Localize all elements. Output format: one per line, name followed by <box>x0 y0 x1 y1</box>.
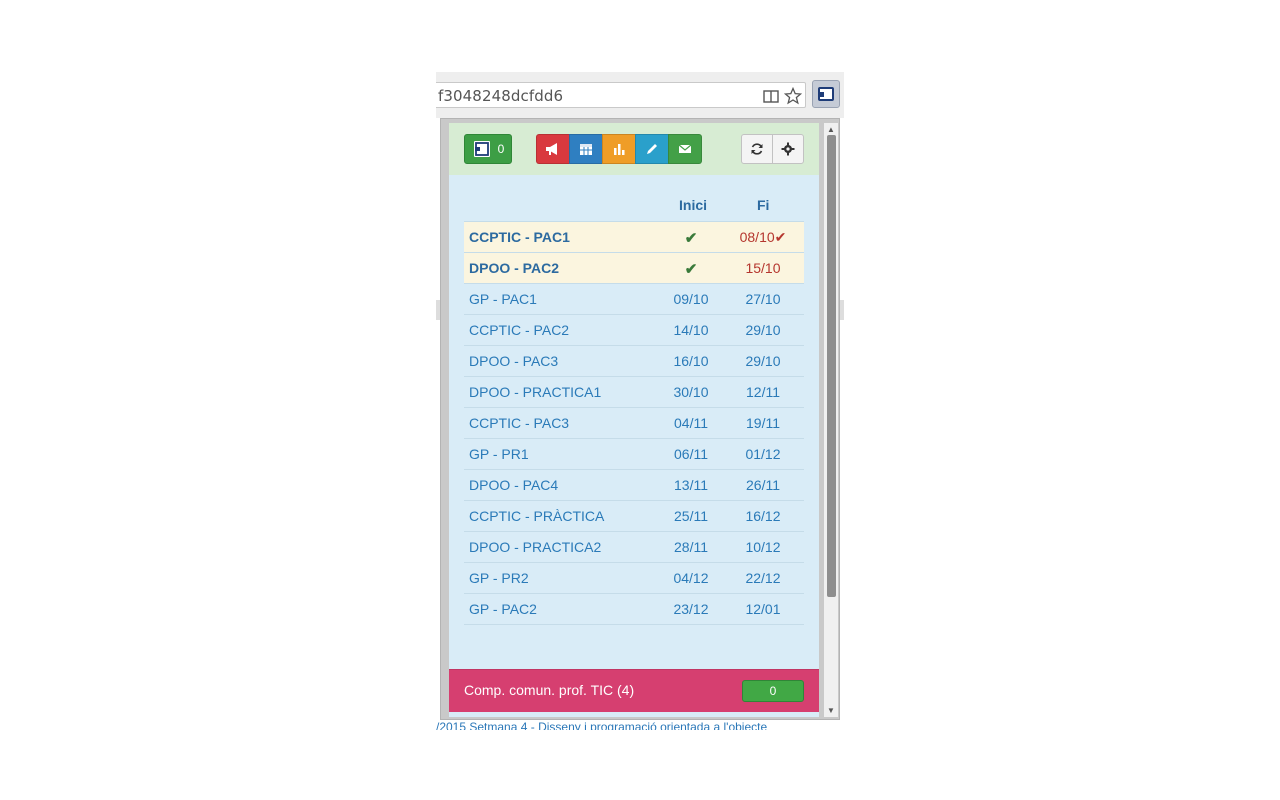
scroll-down-arrow-icon[interactable]: ▼ <box>827 706 835 715</box>
table-row[interactable]: DPOO - PAC4 13/11 26/11 <box>464 470 804 501</box>
end-date: 10/12 <box>745 539 781 555</box>
end-date: 22/12 <box>745 570 781 586</box>
end-date: 08/10✔ <box>739 229 787 245</box>
popup-content: 0 Inici Fi CCPTIC - PAC1 ✔ 08/10✔ DPOO -… <box>449 123 819 717</box>
start-date: 04/12 <box>673 570 709 586</box>
end-date: 15/10 <box>745 260 781 276</box>
table-header: Inici Fi <box>464 187 804 222</box>
assignment-name[interactable]: CCPTIC - PRÀCTICA <box>469 508 604 524</box>
assignment-name[interactable]: DPOO - PRACTICA2 <box>469 539 601 555</box>
refresh-button[interactable] <box>741 134 773 164</box>
extension-popup: 0 Inici Fi CCPTIC - PAC1 ✔ 08/10✔ DPOO -… <box>440 118 840 720</box>
inbox-count: 0 <box>497 142 505 156</box>
calendar-icon <box>580 144 592 155</box>
course-footer[interactable]: Comp. comun. prof. TIC (4) 0 <box>449 669 819 712</box>
table-row[interactable]: CCPTIC - PAC3 04/11 19/11 <box>464 408 804 439</box>
table-row[interactable]: CCPTIC - PRÀCTICA 25/11 16/12 <box>464 501 804 532</box>
reader-mode-icon[interactable] <box>762 87 780 105</box>
column-header-end: Fi <box>757 197 770 213</box>
extension-icon <box>818 87 834 101</box>
end-date: 16/12 <box>745 508 781 524</box>
start-date: ✔ <box>684 230 698 247</box>
assignment-name[interactable]: GP - PAC1 <box>469 291 537 307</box>
table-row[interactable]: GP - PAC2 23/12 12/01 <box>464 594 804 625</box>
start-date: 23/12 <box>673 601 709 617</box>
end-date: 26/11 <box>746 477 780 493</box>
address-bar-url[interactable]: f3048248dcfdd6 <box>438 87 563 105</box>
assignment-name[interactable]: DPOO - PRACTICA1 <box>469 384 601 400</box>
popup-scrollbar[interactable]: ▲ ▼ <box>824 123 838 717</box>
table-row[interactable]: DPOO - PAC3 16/10 29/10 <box>464 346 804 377</box>
course-label[interactable]: Comp. comun. prof. TIC (4) <box>464 682 634 698</box>
assignment-name[interactable]: GP - PAC2 <box>469 601 537 617</box>
scroll-up-arrow-icon[interactable]: ▲ <box>827 125 835 134</box>
edit-button[interactable] <box>635 134 669 164</box>
announcements-button[interactable] <box>536 134 570 164</box>
table-row[interactable]: CCPTIC - PAC1 ✔ 08/10✔ <box>464 222 804 253</box>
start-date: 04/11 <box>674 415 708 431</box>
start-date: 16/10 <box>673 353 709 369</box>
start-date: ✔ <box>684 261 698 278</box>
bookmark-star-icon[interactable] <box>784 87 802 105</box>
table-row[interactable]: DPOO - PRACTICA2 28/11 10/12 <box>464 532 804 563</box>
table-body: CCPTIC - PAC1 ✔ 08/10✔ DPOO - PAC2 ✔ 15/10 GP … <box>464 222 804 625</box>
start-date: 13/11 <box>674 477 708 493</box>
table-row[interactable]: DPOO - PAC2 ✔ 15/10 <box>464 253 804 284</box>
envelope-icon <box>678 144 692 153</box>
end-date: 19/11 <box>746 415 780 431</box>
column-header-start: Inici <box>679 197 708 213</box>
pencil-icon <box>647 144 657 154</box>
popup-toolbar: 0 <box>449 123 819 175</box>
scrollbar-thumb[interactable] <box>827 135 836 597</box>
mail-button[interactable] <box>668 134 702 164</box>
start-date: 25/11 <box>674 508 708 524</box>
assignment-name[interactable]: DPOO - PAC4 <box>469 477 558 493</box>
gear-icon <box>781 142 795 156</box>
start-date: 06/11 <box>674 446 708 462</box>
assignment-name[interactable]: DPOO - PAC3 <box>469 353 558 369</box>
refresh-icon <box>751 143 763 155</box>
settings-button[interactable] <box>772 134 804 164</box>
table-row[interactable]: GP - PAC1 09/10 27/10 <box>464 284 804 315</box>
table-row[interactable]: GP - PR2 04/12 22/12 <box>464 563 804 594</box>
assignment-name[interactable]: GP - PR1 <box>469 446 529 462</box>
start-date: 14/10 <box>673 322 709 338</box>
assignment-name[interactable]: DPOO - PAC2 <box>469 260 559 276</box>
browser-toolbar: f3048248dcfdd6 <box>436 72 844 118</box>
assignment-name[interactable]: GP - PR2 <box>469 570 529 586</box>
end-date: 27/10 <box>745 291 781 307</box>
start-date: 28/11 <box>674 539 708 555</box>
assignment-name[interactable]: CCPTIC - PAC3 <box>469 415 569 431</box>
end-date: 29/10 <box>745 353 781 369</box>
calendar-button[interactable] <box>569 134 603 164</box>
stats-button[interactable] <box>602 134 636 164</box>
course-count-badge: 0 <box>742 680 804 702</box>
address-bar[interactable]: f3048248dcfdd6 <box>436 82 806 108</box>
end-date: 01/12 <box>745 446 781 462</box>
background-page-text: /2015 Setmana 4 - Disseny i programació … <box>436 720 768 730</box>
inbox-icon <box>473 141 490 157</box>
assignment-name[interactable]: CCPTIC - PAC1 <box>469 229 570 245</box>
end-date: 12/11 <box>746 384 780 400</box>
inbox-button[interactable]: 0 <box>464 134 512 164</box>
assignments-table: Inici Fi CCPTIC - PAC1 ✔ 08/10✔ DPOO - PAC2… <box>464 187 804 625</box>
end-date: 29/10 <box>745 322 781 338</box>
start-date: 09/10 <box>673 291 709 307</box>
megaphone-icon <box>546 143 557 155</box>
start-date: 30/10 <box>673 384 709 400</box>
end-date: 12/01 <box>745 601 781 617</box>
table-row[interactable]: CCPTIC - PAC2 14/10 29/10 <box>464 315 804 346</box>
bar-chart-icon <box>614 144 625 155</box>
extension-button[interactable] <box>812 80 840 108</box>
table-row[interactable]: DPOO - PRACTICA1 30/10 12/11 <box>464 377 804 408</box>
table-row[interactable]: GP - PR1 06/11 01/12 <box>464 439 804 470</box>
assignment-name[interactable]: CCPTIC - PAC2 <box>469 322 569 338</box>
